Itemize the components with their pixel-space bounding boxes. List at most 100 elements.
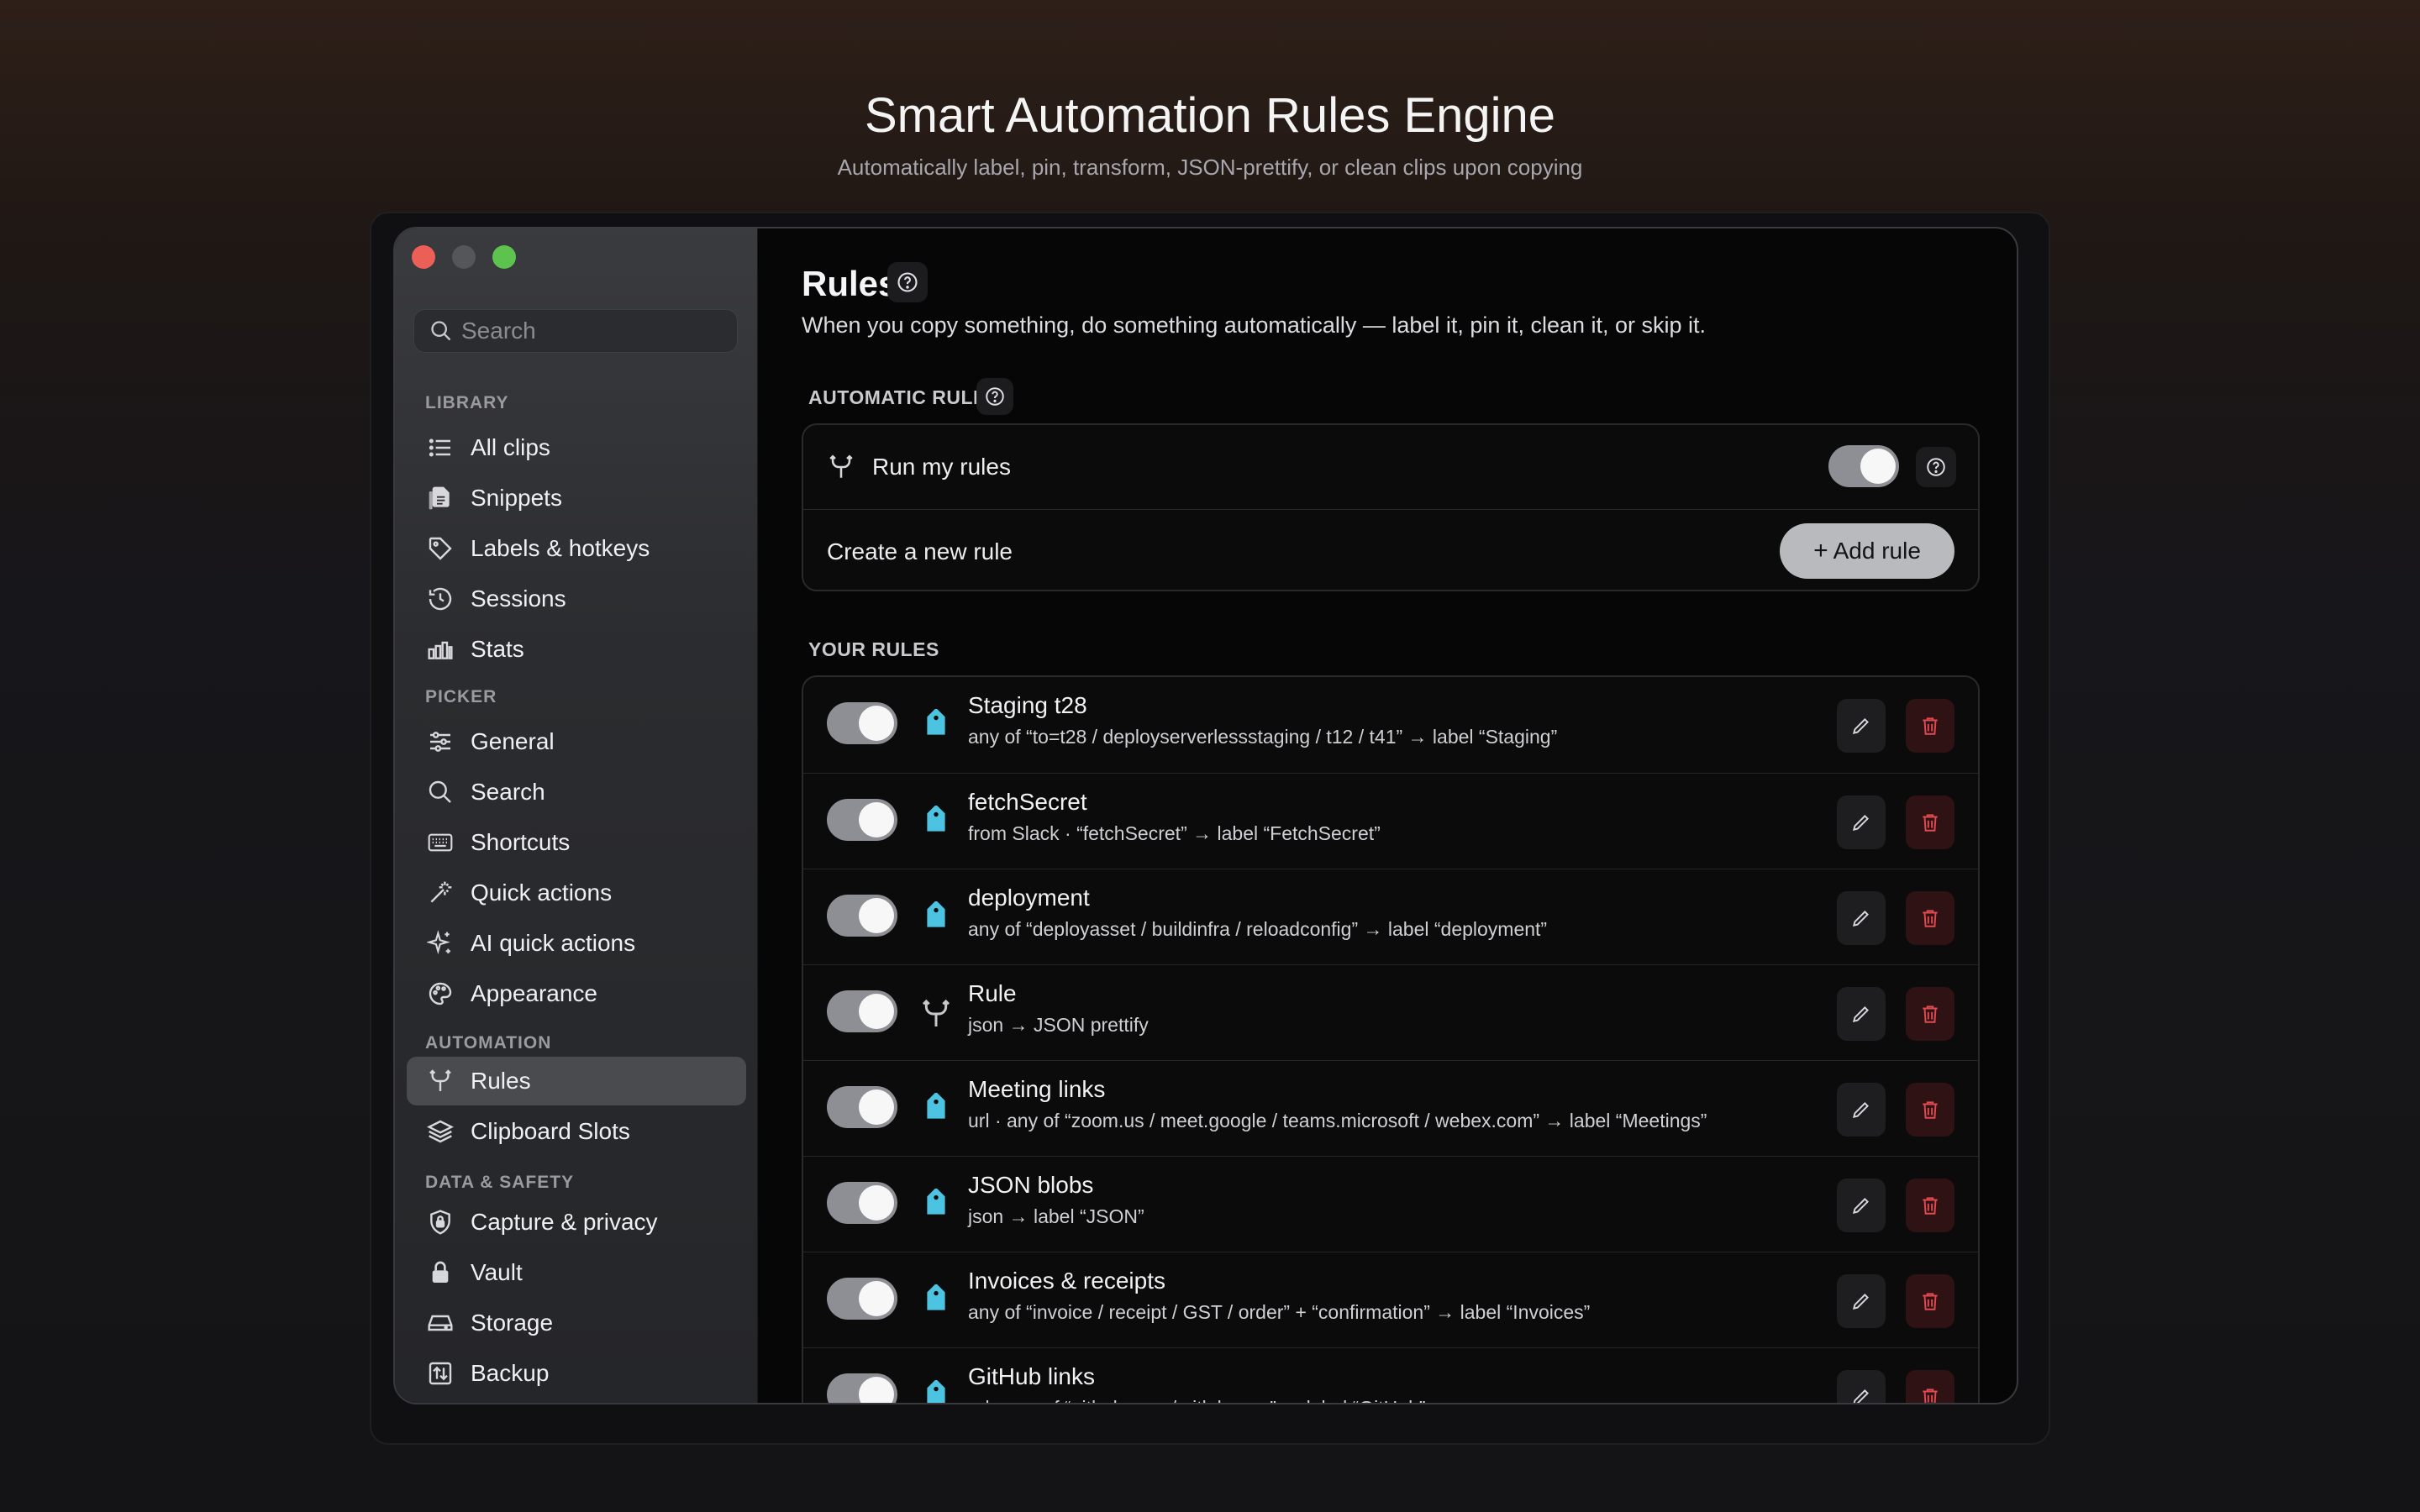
trash-icon — [1923, 1101, 1938, 1119]
create-rule-label: Create a new rule — [827, 538, 1013, 564]
rule-enable-toggle[interactable] — [827, 702, 897, 744]
sidebar-item-snippets[interactable]: Snippets — [407, 474, 746, 522]
edit-rule-button[interactable] — [1837, 1274, 1886, 1328]
trash-icon — [1923, 1005, 1938, 1023]
rule-enable-toggle[interactable] — [827, 990, 897, 1032]
automatic-rules-help-button[interactable] — [976, 378, 1013, 415]
sidebar-item-rules[interactable]: Rules — [407, 1057, 746, 1105]
rule-enable-toggle[interactable] — [827, 1373, 897, 1403]
add-rule-button[interactable]: + Add rule — [1780, 523, 1954, 579]
rule-name: deployment — [968, 885, 1090, 911]
sidebar-item-ai-quick-actions[interactable]: AI quick actions — [407, 919, 746, 968]
branch-icon — [429, 1069, 451, 1091]
rule-row[interactable]: GitHub links url · any of “github.com / … — [803, 1347, 1978, 1403]
rule-row[interactable]: Staging t28 any of “to=t28 / deployserve… — [803, 677, 1978, 773]
add-rule-label: Add rule — [1833, 538, 1921, 564]
rule-description: from Slack · “fetchSecret” → label “Fetc… — [968, 822, 1381, 844]
edit-rule-button[interactable] — [1837, 987, 1886, 1041]
toggle-knob — [859, 994, 894, 1029]
sidebar-item-clipboard-slots[interactable]: Clipboard Slots — [407, 1107, 746, 1156]
rule-name: JSON blobs — [968, 1172, 1094, 1198]
delete-rule-button[interactable] — [1906, 795, 1954, 849]
rule-enable-toggle[interactable] — [827, 799, 897, 841]
rule-name: fetchSecret — [968, 789, 1087, 815]
documents-icon — [429, 486, 450, 510]
rule-enable-toggle[interactable] — [827, 1086, 897, 1128]
trash-icon — [1923, 1197, 1938, 1215]
sidebar-item-label: Search — [471, 779, 545, 805]
edit-rule-button[interactable] — [1837, 1083, 1886, 1137]
run-rules-help-button[interactable] — [1916, 447, 1956, 487]
automatic-rules-label: AUTOMATIC RULES — [808, 386, 1000, 408]
sidebar-search[interactable] — [413, 309, 738, 353]
tag-icon — [429, 537, 452, 560]
sidebar-item-appearance[interactable]: Appearance — [407, 969, 746, 1018]
tag-icon — [927, 901, 945, 927]
rule-enable-toggle[interactable] — [827, 1182, 897, 1224]
rule-description: any of “invoice / receipt / GST / order”… — [968, 1301, 1591, 1323]
help-button[interactable] — [887, 262, 928, 302]
rule-name: Invoices & receipts — [968, 1268, 1165, 1294]
question-circle-icon — [1927, 458, 1945, 476]
pencil-icon — [1852, 911, 1869, 927]
sidebar-item-capture-privacy[interactable]: Capture & privacy — [407, 1198, 746, 1247]
delete-rule-button[interactable] — [1906, 987, 1954, 1041]
sidebar-item-quick-actions[interactable]: Quick actions — [407, 869, 746, 917]
sidebar-item-label: Vault — [471, 1259, 523, 1285]
sidebar-item-search[interactable]: Search — [407, 768, 746, 816]
rule-row[interactable]: JSON blobs json → label “JSON” — [803, 1156, 1978, 1252]
delete-rule-button[interactable] — [1906, 1179, 1954, 1232]
trash-icon — [1923, 717, 1938, 735]
delete-rule-button[interactable] — [1906, 1274, 1954, 1328]
sidebar-item-label: Snippets — [471, 485, 562, 511]
sidebar-item-label: Rules — [471, 1068, 531, 1094]
rule-description: any of “to=t28 / deployserverlessstaging… — [968, 726, 1558, 748]
sidebar-item-stats[interactable]: Stats — [407, 625, 746, 674]
your-rules-label: YOUR RULES — [808, 638, 939, 660]
sidebar-item-sessions[interactable]: Sessions — [407, 575, 746, 623]
toggle-knob — [859, 1377, 894, 1403]
rule-row[interactable]: Meeting links url · any of “zoom.us / me… — [803, 1060, 1978, 1156]
rule-row[interactable]: Rule json → JSON prettify — [803, 964, 1978, 1060]
edit-rule-button[interactable] — [1837, 1179, 1886, 1232]
sidebar-item-general[interactable]: General — [407, 717, 746, 766]
zoom-button[interactable] — [492, 245, 516, 269]
rule-enable-toggle[interactable] — [827, 895, 897, 937]
close-button[interactable] — [412, 245, 435, 269]
rule-row[interactable]: Invoices & receipts any of “invoice / re… — [803, 1252, 1978, 1347]
sidebar-item-labels-hotkeys[interactable]: Labels & hotkeys — [407, 524, 746, 573]
search-input[interactable] — [461, 318, 730, 344]
toggle-knob — [1860, 449, 1896, 484]
list-icon — [429, 438, 450, 457]
delete-rule-button[interactable] — [1906, 699, 1954, 753]
sidebar-item-label: Shortcuts — [471, 829, 571, 855]
rule-enable-toggle[interactable] — [827, 1278, 897, 1320]
tag-icon — [927, 709, 945, 735]
layers-icon — [427, 1120, 454, 1143]
delete-rule-button[interactable] — [1906, 1370, 1954, 1403]
sidebar-item-shortcuts[interactable]: Shortcuts — [407, 818, 746, 867]
run-rules-toggle[interactable] — [1828, 445, 1899, 487]
pencil-icon — [1852, 1102, 1869, 1119]
rule-row[interactable]: deployment any of “deployasset / buildin… — [803, 869, 1978, 964]
toggle-knob — [859, 898, 894, 933]
minimize-button[interactable] — [452, 245, 476, 269]
sidebar-item-vault[interactable]: Vault — [407, 1248, 746, 1297]
sidebar-item-label: Labels & hotkeys — [471, 535, 650, 561]
edit-rule-button[interactable] — [1837, 795, 1886, 849]
sidebar-section-data-safety: DATA & SAFETY — [425, 1173, 575, 1192]
delete-rule-button[interactable] — [1906, 891, 1954, 945]
edit-rule-button[interactable] — [1837, 891, 1886, 945]
rule-row[interactable]: fetchSecret from Slack · “fetchSecret” →… — [803, 773, 1978, 869]
sidebar-item-storage[interactable]: Storage — [407, 1299, 746, 1347]
page-description: When you copy something, do something au… — [802, 312, 1707, 338]
edit-rule-button[interactable] — [1837, 699, 1886, 753]
sidebar-item-all-clips[interactable]: All clips — [407, 423, 746, 472]
sidebar-item-backup[interactable]: Backup — [407, 1349, 746, 1398]
delete-rule-button[interactable] — [1906, 1083, 1954, 1137]
edit-rule-button[interactable] — [1837, 1370, 1886, 1403]
run-rules-label: Run my rules — [872, 454, 1011, 480]
sidebar-item-label: Backup — [471, 1360, 550, 1386]
sidebar-item-label: Sessions — [471, 585, 566, 612]
search-icon — [429, 780, 451, 803]
